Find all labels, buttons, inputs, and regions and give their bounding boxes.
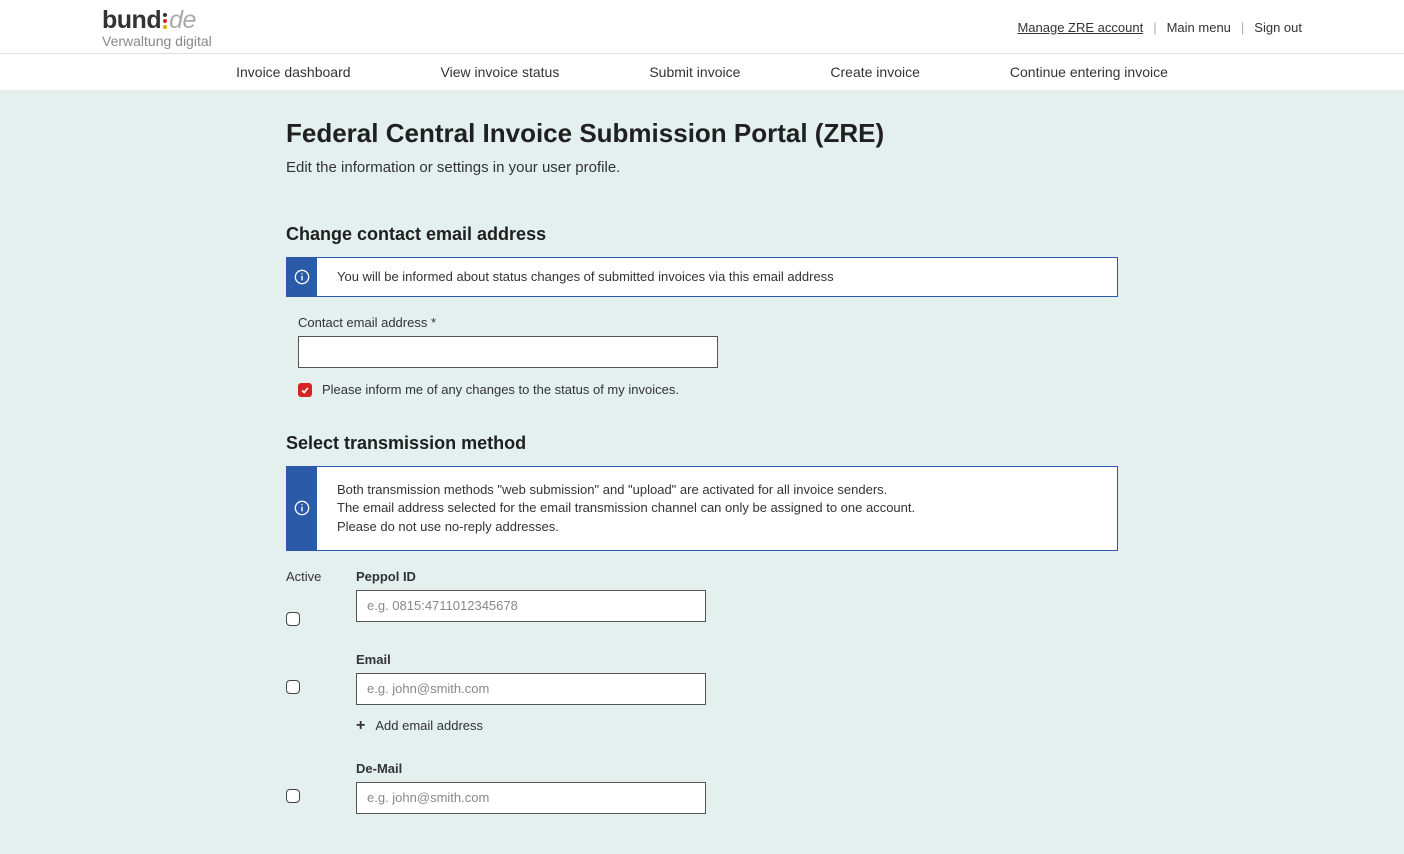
separator: |: [1241, 20, 1244, 35]
nav-submit-invoice[interactable]: Submit invoice: [649, 64, 740, 80]
info-line-2: The email address selected for the email…: [337, 499, 915, 517]
sign-out-link[interactable]: Sign out: [1254, 20, 1302, 35]
logo-de-text: de: [169, 6, 196, 35]
inform-checkbox[interactable]: [298, 383, 312, 397]
contact-email-input[interactable]: [298, 336, 718, 368]
info-text-email: You will be informed about status change…: [317, 258, 854, 296]
peppol-id-input[interactable]: [356, 590, 706, 622]
plus-icon: +: [356, 717, 365, 735]
main-nav: Invoice dashboard View invoice status Su…: [86, 54, 1318, 90]
nav-create-invoice[interactable]: Create invoice: [830, 64, 920, 80]
section-transmission-heading: Select transmission method: [286, 433, 1118, 454]
peppol-active-checkbox[interactable]: [286, 612, 300, 626]
logo: bund de Verwaltung digital: [102, 6, 212, 49]
demail-input[interactable]: [356, 782, 706, 814]
logo-bund-text: bund: [102, 6, 161, 35]
email-label: Email: [356, 652, 706, 667]
nav-invoice-dashboard[interactable]: Invoice dashboard: [236, 64, 350, 80]
logo-flag-dots-icon: [163, 13, 167, 29]
page-title: Federal Central Invoice Submission Porta…: [286, 118, 1118, 149]
info-icon: [287, 258, 317, 296]
separator: |: [1153, 20, 1156, 35]
add-email-button[interactable]: + Add email address: [356, 717, 706, 735]
info-box-email: You will be informed about status change…: [286, 257, 1118, 297]
top-links: Manage ZRE account | Main menu | Sign ou…: [1017, 20, 1302, 35]
inform-checkbox-label: Please inform me of any changes to the s…: [322, 382, 679, 397]
email-input[interactable]: [356, 673, 706, 705]
info-text-transmission: Both transmission methods "web submissio…: [317, 467, 935, 550]
active-column-header: Active: [286, 569, 332, 584]
peppol-label: Peppol ID: [356, 569, 706, 584]
info-icon: [287, 467, 317, 550]
nav-continue-invoice[interactable]: Continue entering invoice: [1010, 64, 1168, 80]
demail-active-checkbox[interactable]: [286, 789, 300, 803]
manage-account-link[interactable]: Manage ZRE account: [1017, 20, 1143, 35]
page-subtitle: Edit the information or settings in your…: [286, 159, 1118, 176]
nav-view-status[interactable]: View invoice status: [441, 64, 560, 80]
section-email-heading: Change contact email address: [286, 224, 1118, 245]
add-email-label: Add email address: [375, 718, 483, 733]
email-active-checkbox[interactable]: [286, 680, 300, 694]
info-box-transmission: Both transmission methods "web submissio…: [286, 466, 1118, 551]
demail-label: De-Mail: [356, 761, 706, 776]
main-menu-link[interactable]: Main menu: [1167, 20, 1231, 35]
info-line-1: Both transmission methods "web submissio…: [337, 481, 915, 499]
contact-email-label: Contact email address *: [298, 315, 1118, 330]
logo-subtitle: Verwaltung digital: [102, 33, 212, 49]
info-line-3: Please do not use no-reply addresses.: [337, 518, 915, 536]
